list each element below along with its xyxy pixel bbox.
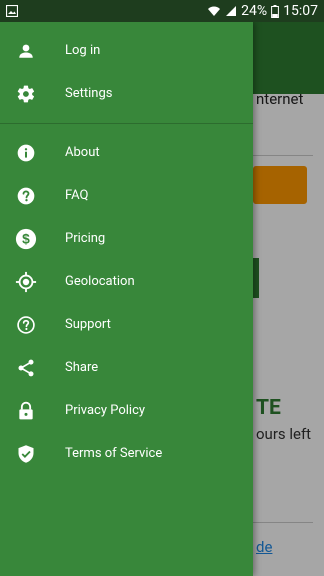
menu-item-support[interactable]: Support: [0, 303, 253, 346]
wifi-icon: [207, 5, 221, 17]
battery-percent: 24%: [241, 3, 268, 19]
battery-icon: [271, 4, 280, 18]
dollar-icon: $: [14, 227, 38, 251]
menu-item-pricing[interactable]: $ Pricing: [0, 217, 253, 260]
menu-item-label: Share: [65, 360, 99, 375]
menu-divider: [0, 123, 253, 124]
menu-item-faq[interactable]: FAQ: [0, 174, 253, 217]
gear-icon: [14, 82, 38, 106]
menu-item-share[interactable]: Share: [0, 346, 253, 389]
question-icon: [14, 184, 38, 208]
lock-icon: [14, 399, 38, 423]
menu-item-label: About: [65, 145, 100, 160]
menu-item-terms-of-service[interactable]: Terms of Service: [0, 432, 253, 475]
clock: 15:07: [283, 3, 318, 19]
menu-item-label: Privacy Policy: [65, 403, 146, 418]
status-bar: 24% 15:07: [0, 0, 324, 22]
signal-icon: [225, 5, 237, 17]
person-icon: [14, 39, 38, 63]
menu-item-label: Support: [65, 317, 111, 332]
menu-item-log-in[interactable]: Log in: [0, 29, 253, 72]
navigation-drawer: Log in Settings About FAQ $ Pricing Geol…: [0, 22, 253, 576]
shield-check-icon: [14, 442, 38, 466]
menu-item-label: Log in: [65, 43, 101, 58]
menu-item-label: Terms of Service: [65, 446, 163, 461]
gallery-icon: [6, 5, 18, 17]
info-icon: [14, 141, 38, 165]
menu-item-settings[interactable]: Settings: [0, 72, 253, 115]
menu-item-label: FAQ: [65, 188, 89, 203]
menu-item-label: Settings: [65, 86, 113, 101]
help-outline-icon: [14, 313, 38, 337]
menu-item-label: Pricing: [65, 231, 106, 246]
menu-item-privacy-policy[interactable]: Privacy Policy: [0, 389, 253, 432]
location-target-icon: [14, 270, 38, 294]
menu-item-about[interactable]: About: [0, 131, 253, 174]
svg-text:$: $: [22, 231, 30, 246]
share-icon: [14, 356, 38, 380]
menu-item-geolocation[interactable]: Geolocation: [0, 260, 253, 303]
menu-item-label: Geolocation: [65, 274, 135, 289]
